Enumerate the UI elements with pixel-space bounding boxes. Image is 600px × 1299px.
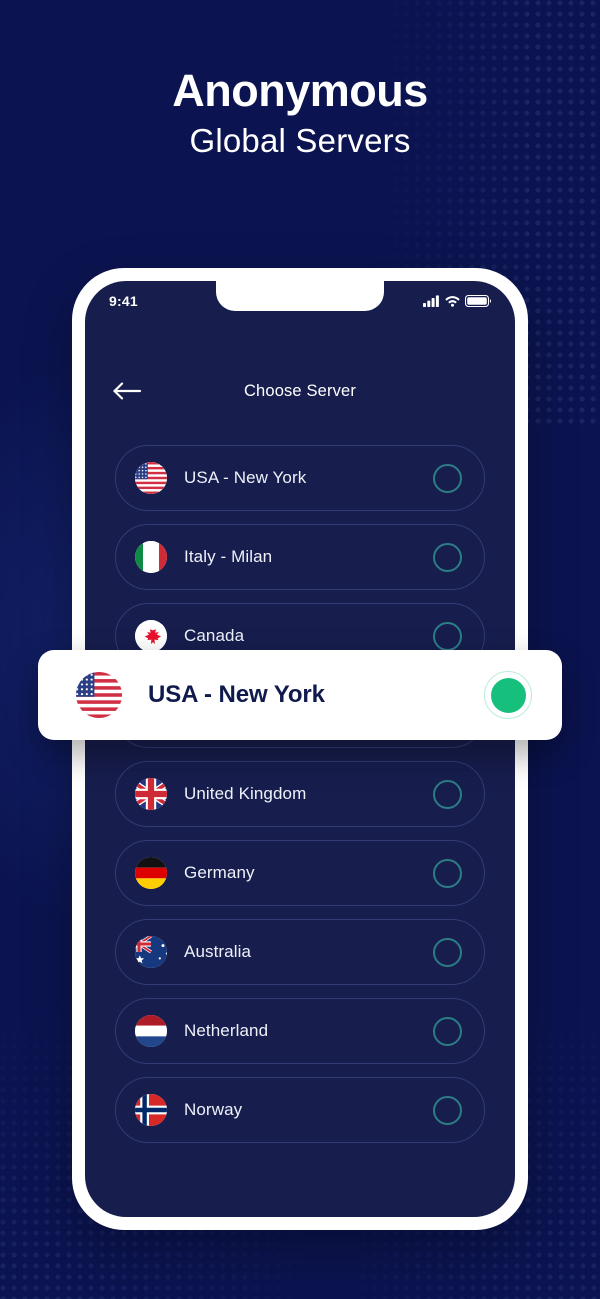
flag-icon-ca bbox=[135, 620, 167, 652]
flag-icon-us bbox=[76, 672, 122, 718]
headline-line-2: Global Servers bbox=[189, 122, 411, 160]
battery-icon bbox=[465, 295, 491, 307]
server-list-item[interactable]: Norway bbox=[115, 1077, 485, 1143]
server-name: Germany bbox=[184, 863, 255, 882]
server-name: United Kingdom bbox=[184, 784, 307, 803]
radio-unselected[interactable] bbox=[433, 1016, 462, 1046]
flag-icon-it bbox=[135, 541, 167, 573]
flag-icon-no bbox=[135, 1094, 167, 1126]
navigation-bar: Choose Server bbox=[85, 369, 515, 413]
headline: Anonymous Global Servers bbox=[0, 65, 600, 166]
cellular-signal-icon bbox=[423, 295, 439, 307]
flag-icon-nl bbox=[135, 1015, 167, 1047]
server-list-item[interactable]: Netherland bbox=[115, 998, 485, 1064]
back-button[interactable] bbox=[113, 376, 149, 406]
radio-unselected[interactable] bbox=[433, 542, 462, 572]
status-bar-icons bbox=[423, 295, 491, 307]
selected-server-card[interactable]: USA - New York bbox=[38, 650, 562, 740]
flag-icon-gb bbox=[135, 778, 167, 810]
server-name: USA - New York bbox=[184, 468, 307, 487]
flag-icon-au bbox=[135, 936, 167, 968]
server-name: Norway bbox=[184, 1100, 243, 1119]
flag-icon-de bbox=[135, 857, 167, 889]
server-list-item[interactable]: Germany bbox=[115, 840, 485, 906]
server-list-item[interactable]: United Kingdom bbox=[115, 761, 485, 827]
phone-notch bbox=[216, 281, 384, 311]
server-list-item[interactable]: USA - New York bbox=[115, 445, 485, 511]
radio-unselected[interactable] bbox=[433, 937, 462, 967]
server-list-item[interactable]: Italy - Milan bbox=[115, 524, 485, 590]
radio-unselected[interactable] bbox=[433, 621, 462, 651]
server-list: USA - New York Italy - Milan Canada Fran… bbox=[115, 445, 485, 1143]
phone-screen: 9:41 Choose Server USA - New York Italy … bbox=[85, 281, 515, 1217]
radio-unselected[interactable] bbox=[433, 779, 462, 809]
headline-line-1: Anonymous bbox=[172, 65, 428, 116]
status-bar-time: 9:41 bbox=[109, 293, 138, 309]
server-name: Canada bbox=[184, 626, 245, 645]
wifi-icon bbox=[445, 296, 460, 307]
radio-selected-dot bbox=[490, 677, 526, 713]
radio-unselected[interactable] bbox=[433, 1095, 462, 1125]
server-list-item[interactable]: Australia bbox=[115, 919, 485, 985]
server-name: Australia bbox=[184, 942, 252, 961]
radio-unselected[interactable] bbox=[433, 858, 462, 888]
server-name: Netherland bbox=[184, 1021, 269, 1040]
arrow-left-icon bbox=[113, 382, 142, 400]
flag-icon-us bbox=[135, 462, 167, 494]
radio-selected[interactable] bbox=[484, 671, 532, 719]
selected-server-name: USA - New York bbox=[148, 681, 325, 708]
phone-mockup: 9:41 Choose Server USA - New York Italy … bbox=[72, 268, 528, 1230]
page-title: Choose Server bbox=[243, 381, 356, 400]
radio-unselected[interactable] bbox=[433, 463, 462, 493]
server-name: Italy - Milan bbox=[184, 547, 273, 566]
